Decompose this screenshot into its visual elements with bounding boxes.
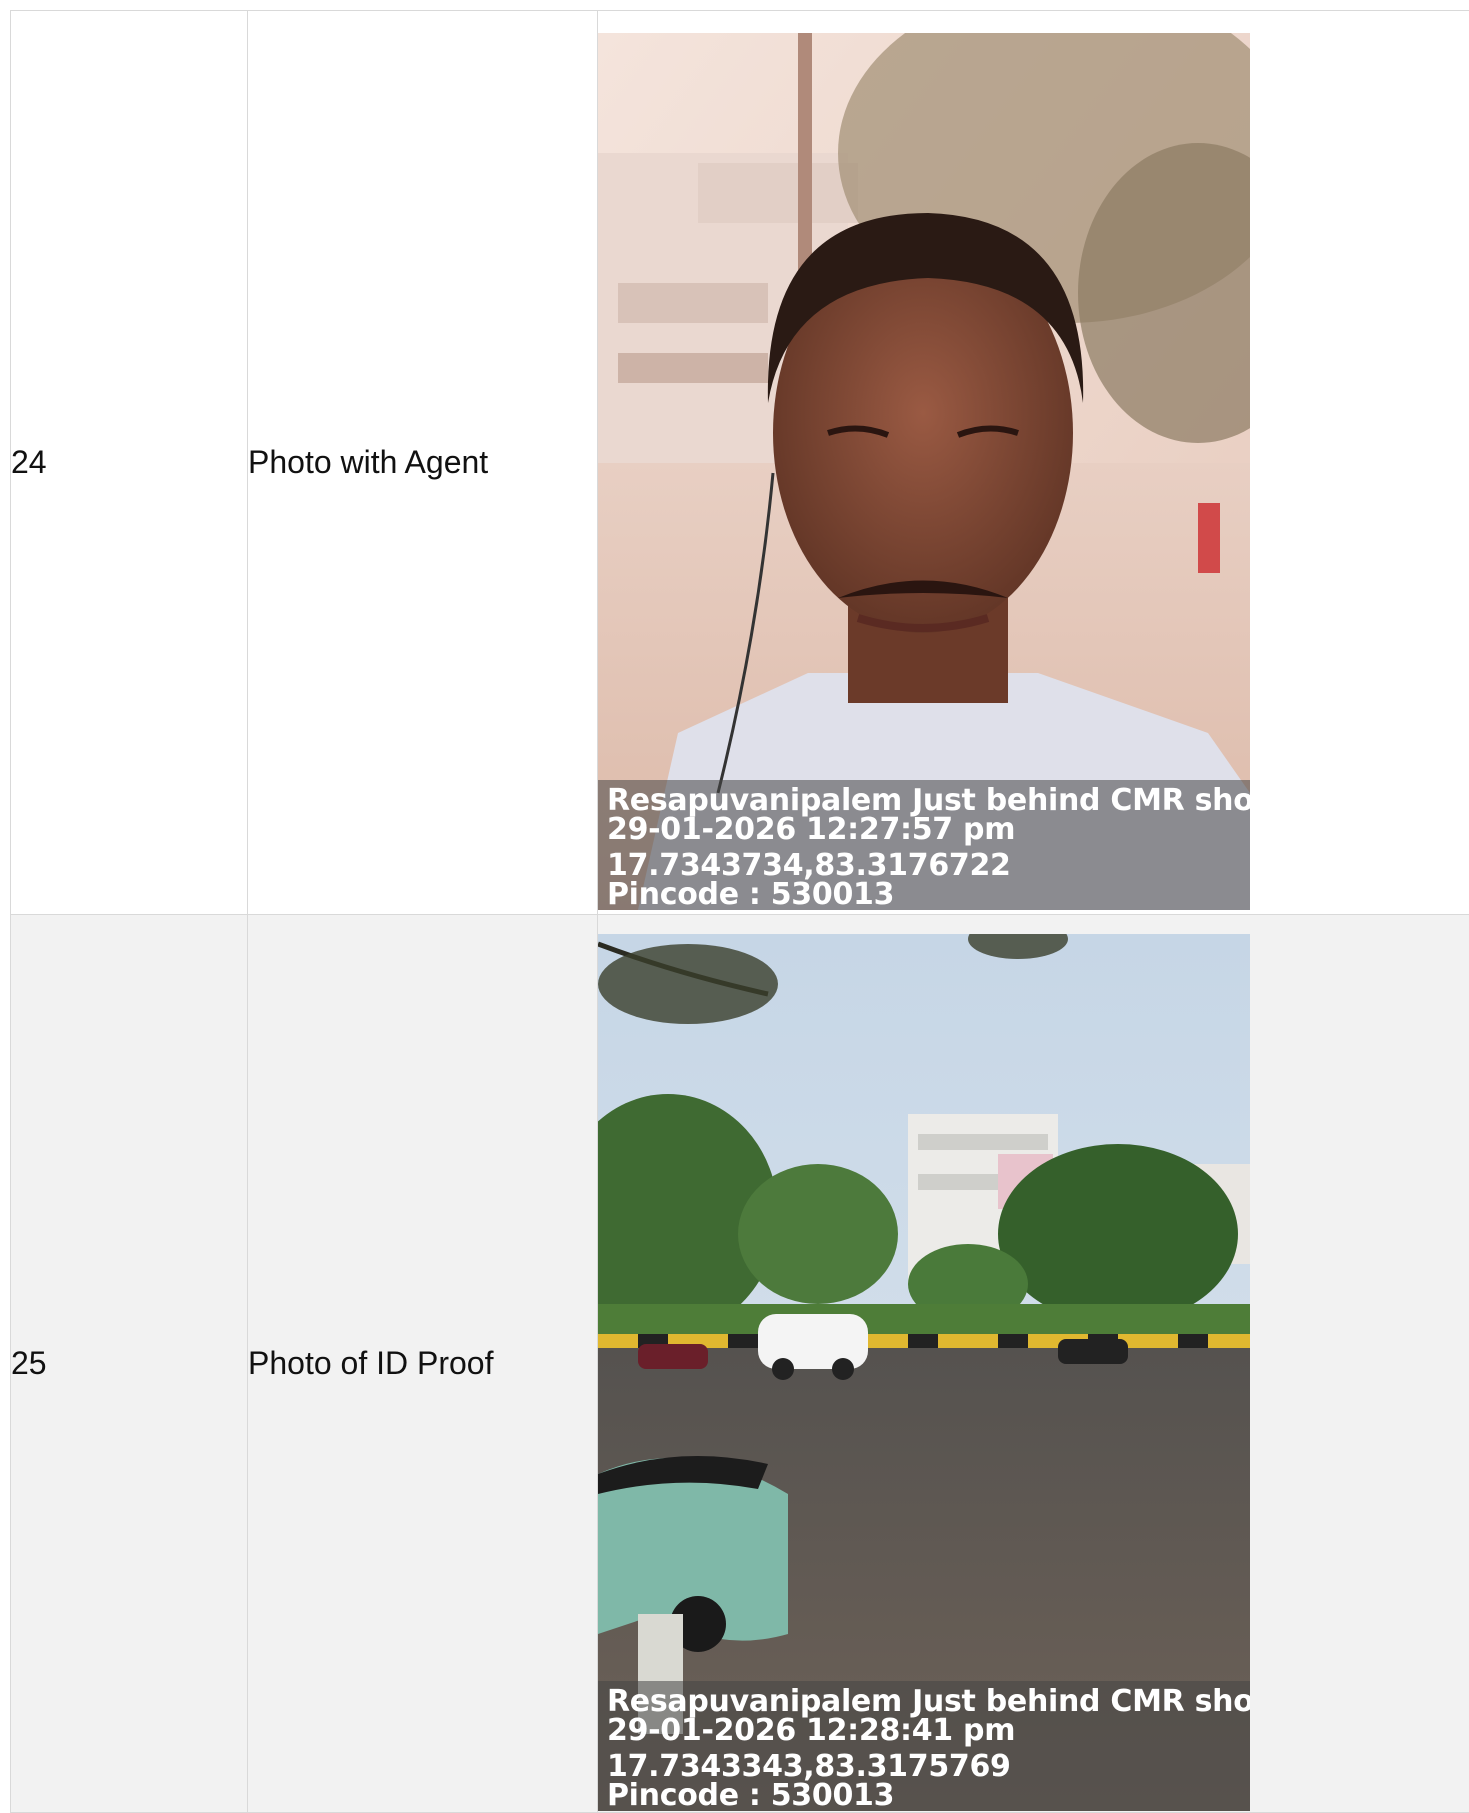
agent-selfie-photo: Resapuvanipalem Just behind CMR shoppin … [598,33,1250,910]
row-label: Photo of ID Proof [248,915,598,1813]
photo-geotag-stamp: Resapuvanipalem Just behind CMR shoppin … [598,1681,1250,1811]
row-number: 25 [11,915,248,1813]
table-row: 25 Photo of ID Proof [11,915,1469,1813]
photo-cell: Resapuvanipalem Just behind CMR shoppin … [598,11,1469,915]
geotag-coordinates: 17.7343734,83.3176722 [607,851,1250,880]
report-table: 24 Photo with Agent [10,10,1469,1813]
geotag-pincode: Pincode : 530013 [607,880,1250,909]
geotag-pincode: Pincode : 530013 [607,1781,1250,1810]
geotag-location: Resapuvanipalem Just behind CMR shoppin [607,1687,1250,1716]
row-number: 24 [11,11,248,915]
street-image [598,934,1250,1811]
selfie-image [598,33,1250,910]
id-proof-photo: Resapuvanipalem Just behind CMR shoppin … [598,934,1250,1811]
table-row: 24 Photo with Agent [11,11,1469,915]
geotag-datetime: 29-01-2026 12:27:57 pm [607,815,1250,844]
geotag-datetime: 29-01-2026 12:28:41 pm [607,1716,1250,1745]
row-label: Photo with Agent [248,11,598,915]
photo-cell: Resapuvanipalem Just behind CMR shoppin … [598,915,1469,1813]
geotag-coordinates: 17.7343343,83.3175769 [607,1752,1250,1781]
photo-geotag-stamp: Resapuvanipalem Just behind CMR shoppin … [598,780,1250,910]
geotag-location: Resapuvanipalem Just behind CMR shoppin [607,786,1250,815]
